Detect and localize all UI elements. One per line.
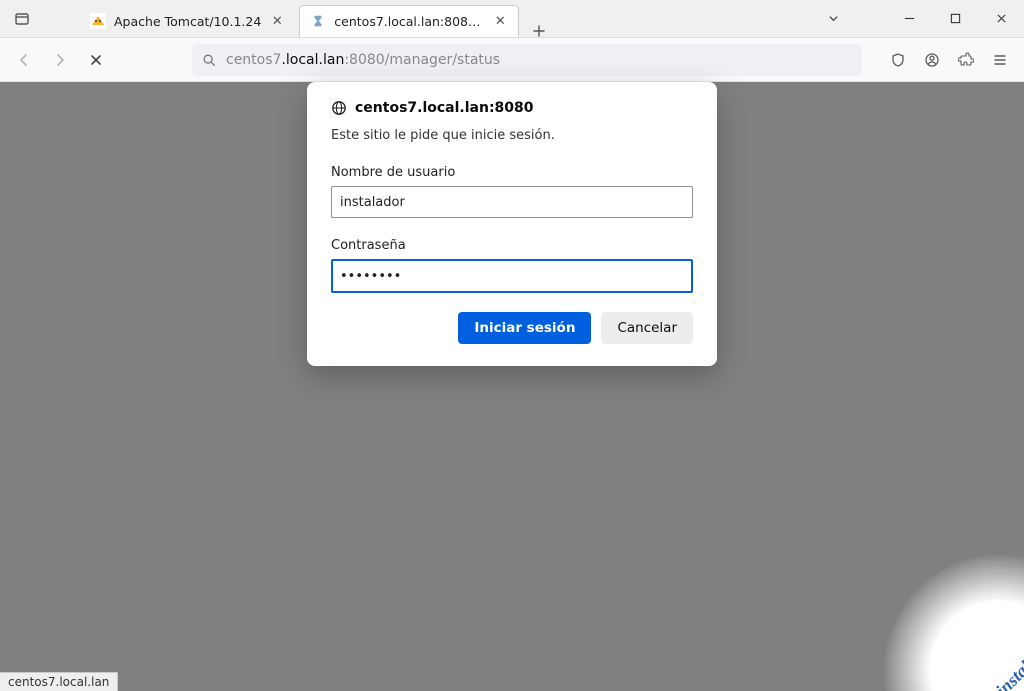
navigation-toolbar: centos7.local.lan:8080/manager/status <box>0 38 1024 82</box>
tab-title: Apache Tomcat/10.1.24 <box>114 14 261 29</box>
url-path: :8080/manager/status <box>344 52 500 68</box>
dialog-button-row: Iniciar sesión Cancelar <box>331 312 693 344</box>
close-tab-icon[interactable]: ✕ <box>269 14 285 29</box>
recent-browsing-button[interactable] <box>0 0 44 37</box>
close-tab-icon[interactable]: ✕ <box>492 14 508 29</box>
content-viewport: centos7.local.lan:8080 Este sitio le pid… <box>0 82 1024 691</box>
account-icon[interactable] <box>916 44 948 76</box>
cancel-button[interactable]: Cancelar <box>601 312 693 344</box>
username-label: Nombre de usuario <box>331 165 693 180</box>
app-menu-icon[interactable] <box>984 44 1016 76</box>
tracking-protection-icon[interactable] <box>882 44 914 76</box>
tab-title: centos7.local.lan:8080/manager <box>334 14 484 29</box>
username-input[interactable] <box>331 186 693 218</box>
close-window-button[interactable] <box>978 0 1024 37</box>
title-bar: Apache Tomcat/10.1.24 ✕ centos7.local.la… <box>0 0 1024 38</box>
tab-manager-status[interactable]: centos7.local.lan:8080/manager ✕ <box>299 5 519 37</box>
list-all-tabs-button[interactable] <box>810 0 856 37</box>
globe-icon <box>331 100 347 116</box>
extensions-icon[interactable] <box>950 44 982 76</box>
password-input[interactable] <box>331 259 693 293</box>
status-bar: centos7.local.lan <box>0 672 118 691</box>
stop-reload-button[interactable] <box>80 44 112 76</box>
window-controls <box>810 0 1024 37</box>
url-text: centos7.local.lan:8080/manager/status <box>226 52 500 68</box>
maximize-button[interactable] <box>932 0 978 37</box>
minimize-button[interactable] <box>886 0 932 37</box>
search-icon <box>202 53 216 67</box>
tab-strip: Apache Tomcat/10.1.24 ✕ centos7.local.la… <box>44 0 555 37</box>
watermark-corner: comoinstalar.me <box>864 535 1024 691</box>
login-button[interactable]: Iniciar sesión <box>458 312 591 344</box>
toolbar-right <box>882 44 1016 76</box>
forward-button[interactable] <box>44 44 76 76</box>
loading-hourglass-icon <box>310 13 326 29</box>
http-auth-dialog: centos7.local.lan:8080 Este sitio le pid… <box>307 82 717 366</box>
tomcat-favicon-icon <box>90 13 106 29</box>
url-prefix: centos7 <box>226 52 281 68</box>
watermark-text: comoinstalar.me <box>964 628 1024 691</box>
password-label: Contraseña <box>331 238 693 253</box>
back-button[interactable] <box>8 44 40 76</box>
dialog-host-text: centos7.local.lan:8080 <box>355 100 534 116</box>
dialog-message: Este sitio le pide que inicie sesión. <box>331 128 693 143</box>
tab-apache-tomcat[interactable]: Apache Tomcat/10.1.24 ✕ <box>80 5 295 37</box>
new-tab-button[interactable] <box>523 25 555 37</box>
url-host: .local.lan <box>281 52 344 68</box>
address-bar[interactable]: centos7.local.lan:8080/manager/status <box>192 44 862 76</box>
dialog-host-row: centos7.local.lan:8080 <box>331 100 693 116</box>
